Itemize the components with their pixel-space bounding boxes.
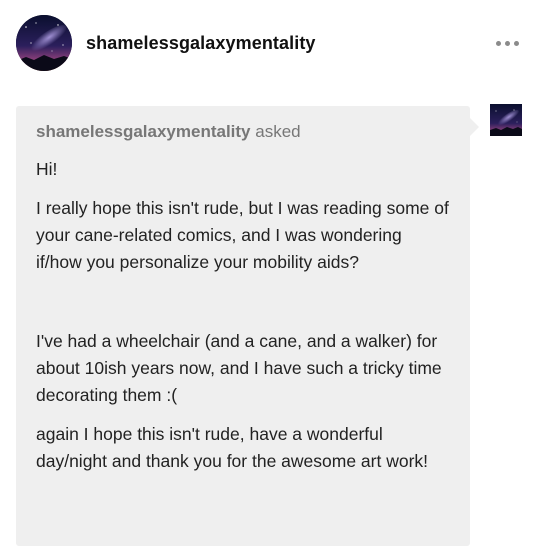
asker-avatar[interactable]: [490, 104, 522, 136]
more-dots-icon: [504, 40, 510, 46]
post-header: shamelessgalaxymentality: [16, 14, 524, 72]
galaxy-avatar-icon: [490, 104, 522, 136]
galaxy-avatar-icon: [16, 15, 72, 71]
ask-paragraph: Hi!: [36, 159, 58, 179]
asked-label: asked: [255, 122, 301, 141]
asker-name-link[interactable]: shamelessgalaxymentality: [36, 122, 251, 141]
more-dots-icon: [495, 40, 501, 46]
post: shamelessgalaxymentality shamelessgalaxy…: [0, 0, 540, 546]
more-dots-icon: [513, 40, 519, 46]
ask-bubble: shamelessgalaxymentality asked Hi! I rea…: [16, 106, 479, 546]
ask-paragraph: again I hope this isn't rude, have a won…: [36, 424, 429, 471]
ask-paragraph: I've had a wheelchair (and a cane, and a…: [36, 331, 442, 405]
blog-name-link[interactable]: shamelessgalaxymentality: [86, 33, 316, 54]
more-options-button[interactable]: [490, 31, 524, 55]
ask-paragraph: I really hope this isn't rude, but I was…: [36, 198, 449, 272]
blog-avatar[interactable]: [16, 15, 72, 71]
asker-line: shamelessgalaxymentality asked: [36, 120, 452, 144]
